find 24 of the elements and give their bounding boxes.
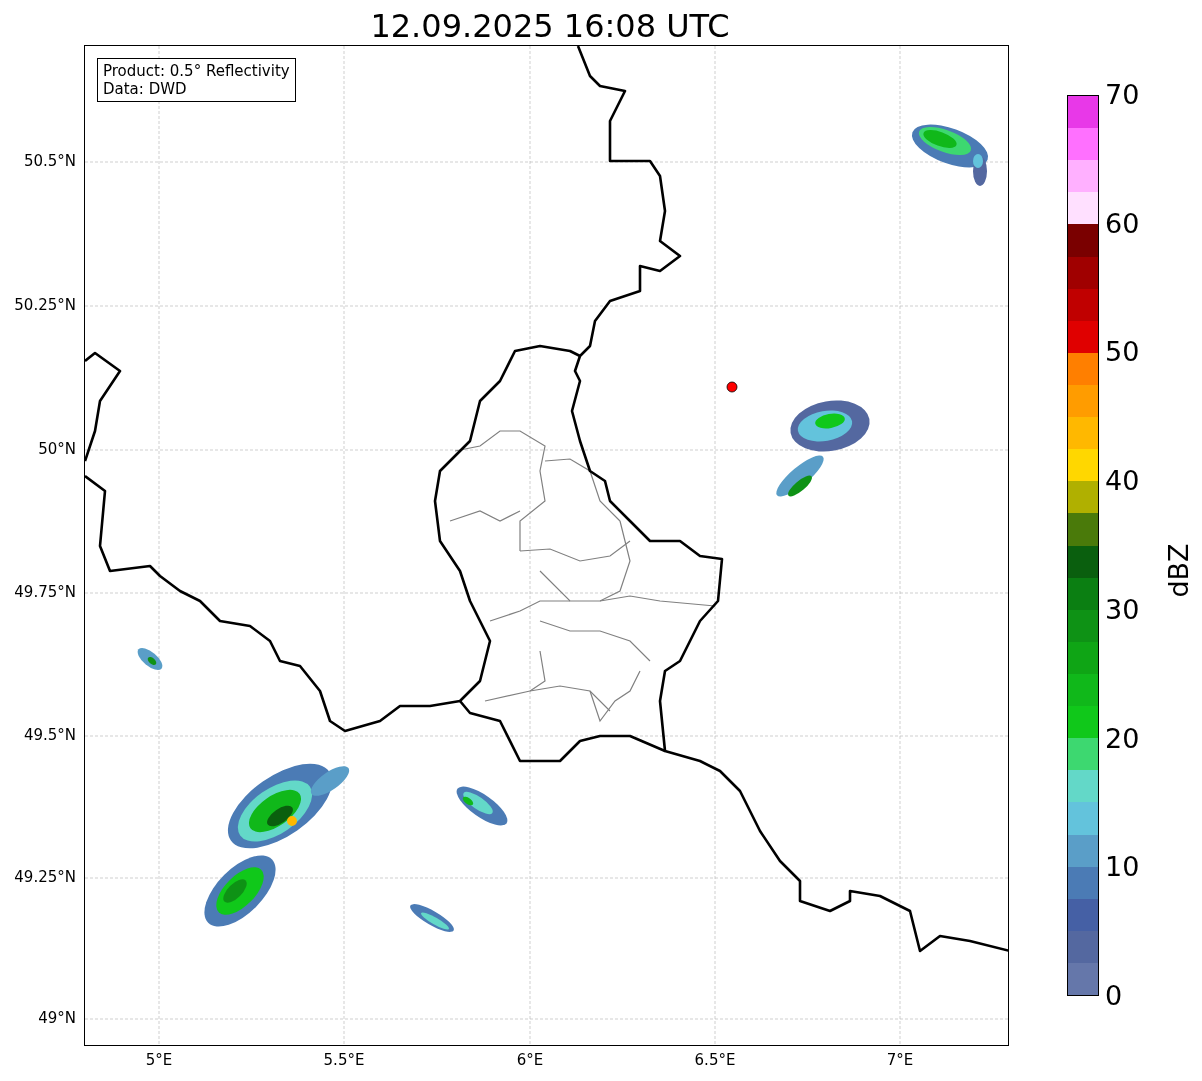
- colorbar-tick-label: 70: [1105, 79, 1140, 111]
- longitude-label: 6.5°E: [694, 1051, 736, 1069]
- longitude-label: 5.5°E: [323, 1051, 365, 1069]
- info-text: Product: 0.5° Reflectivity: [103, 62, 290, 80]
- info-text: Data: DWD: [103, 80, 188, 98]
- colorbar-tick-label: 20: [1105, 722, 1140, 755]
- latitude-label: 49°N: [38, 1009, 76, 1027]
- colorbar-tick-label: 30: [1105, 593, 1140, 626]
- longitude-label: 5°E: [145, 1051, 173, 1069]
- colorbar-tick-label: 10: [1105, 851, 1140, 884]
- colorbar-tick-label: 0: [1105, 980, 1123, 1012]
- colorbar-tick-label: 50: [1105, 336, 1140, 369]
- colorbar-label: dBZ: [1162, 543, 1194, 598]
- latitude-label: 49.5°N: [23, 726, 76, 744]
- latitude-label: 49.75°N: [14, 583, 76, 601]
- chart-title: 12.09.2025 16:08 UTC: [369, 6, 731, 45]
- latitude-label: 50.5°N: [23, 152, 76, 170]
- latitude-label: 50.25°N: [14, 296, 76, 314]
- longitude-label: 6°E: [516, 1051, 544, 1069]
- colorbar-tick-label: 60: [1105, 207, 1140, 240]
- colorbar-tick-label: 40: [1105, 465, 1140, 498]
- latitude-label: 49.25°N: [14, 868, 76, 886]
- latitude-label: 50°N: [38, 440, 76, 458]
- longitude-label: 7°E: [886, 1051, 914, 1069]
